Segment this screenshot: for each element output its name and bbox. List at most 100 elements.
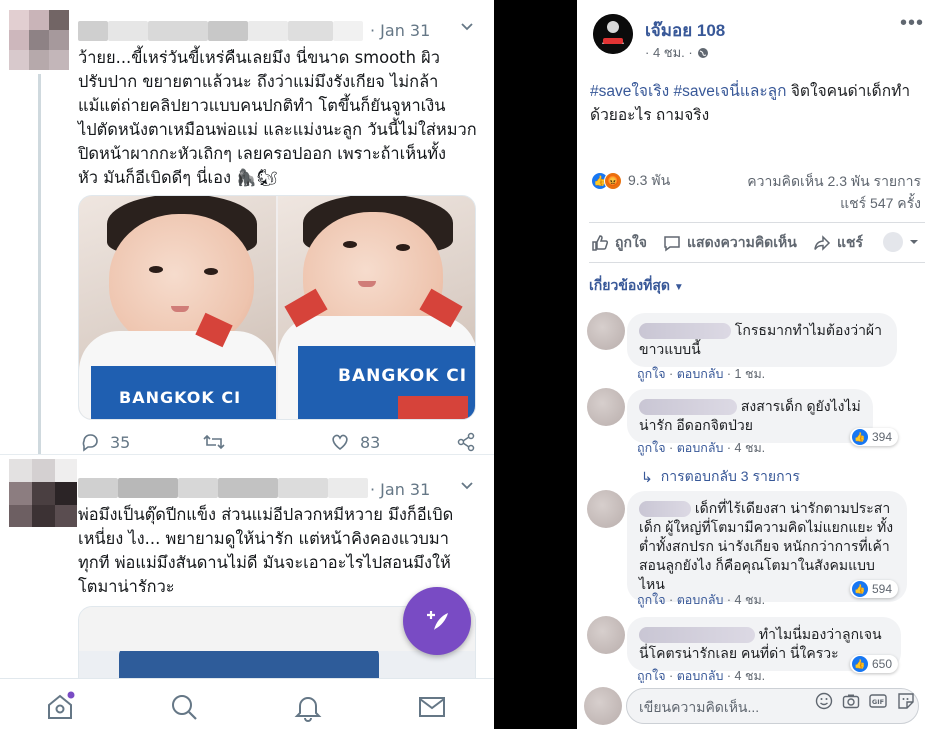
feather-plus-icon: [427, 611, 448, 630]
commenter-name-blurred[interactable]: [639, 323, 731, 340]
tweet-actions: 35 83: [80, 432, 480, 456]
chevron-down-icon[interactable]: [459, 478, 475, 498]
comment-reply-link[interactable]: ตอบกลับ: [677, 669, 724, 683]
comment-actions: ถูกใจ · ตอบกลับ · 4 ชม.: [637, 441, 766, 455]
reply-arrow-icon: ↳: [641, 468, 653, 485]
comment-actions: ถูกใจ · ตอบกลับ · 4 ชม.: [637, 593, 766, 607]
heart-icon: [332, 434, 348, 451]
share-arrow-icon: [814, 235, 831, 251]
comment-like-badge[interactable]: 👍 394: [850, 428, 899, 446]
divider: [589, 222, 925, 223]
comments-count[interactable]: ความคิดเห็น 2.3 พัน รายการ: [747, 170, 921, 192]
thread-line: [38, 74, 41, 454]
comment-like-link[interactable]: ถูกใจ: [637, 441, 666, 455]
like-count: 83: [360, 432, 381, 452]
avatar[interactable]: [584, 687, 622, 725]
comment-bubble: สงสารเด็ก ดูยังไงไม่น่ารัก อีดอกจิตป่วย: [627, 389, 873, 443]
post-meta: · 4 ชม. ·: [645, 42, 709, 63]
like-icon: 👍: [852, 429, 868, 445]
shirt-text: BANGKOK CI: [338, 366, 468, 386]
comment-like-badge[interactable]: 👍 594: [850, 580, 899, 598]
tweet-text: พ่อมึงเป็นตุ๊ดปีกแข็ง ส่วนแม่อีปลวกหมีหว…: [78, 505, 454, 596]
page-avatar[interactable]: [593, 14, 633, 54]
avatar[interactable]: [587, 616, 625, 654]
comment-button[interactable]: แสดงความคิดเห็น: [663, 232, 797, 254]
caret-down-icon: [910, 240, 918, 244]
reply-count: 35: [110, 432, 131, 452]
shirt-text: BANGKOK CI: [119, 388, 242, 407]
svg-text:GIF: GIF: [872, 698, 884, 706]
user-name-blurred[interactable]: [78, 18, 363, 44]
reaction-count: 9.3 พัน: [628, 172, 671, 188]
baby-photo[interactable]: BANGKOK CI: [79, 196, 276, 419]
compose-tweet-button[interactable]: [403, 587, 471, 655]
post-text: #saveใจเริง #saveเจนี่และลูก จิตใจคนด่าเ…: [590, 80, 930, 128]
comment-composer: เขียนความคิดเห็น... GIF: [577, 683, 937, 729]
thumbs-up-icon: [592, 235, 609, 251]
view-replies-link[interactable]: ↳ การตอบกลับ 3 รายการ: [641, 466, 800, 488]
comment-sort-dropdown[interactable]: เกี่ยวข้องที่สุด ▼: [589, 275, 684, 297]
home-icon[interactable]: [44, 691, 76, 723]
comment-like-link[interactable]: ถูกใจ: [637, 367, 666, 381]
more-options-icon[interactable]: •••: [900, 12, 924, 35]
commenter-name-blurred[interactable]: [639, 501, 691, 518]
post-hashtags[interactable]: #saveใจเริง #saveเจนี่และลูก: [590, 83, 787, 100]
globe-icon: [697, 47, 708, 58]
comment-icon: [664, 236, 680, 252]
retweet-icon: [203, 434, 225, 450]
baby-photo[interactable]: BANGKOK CI: [278, 196, 475, 419]
comment-reply-link[interactable]: ตอบกลับ: [677, 367, 724, 381]
avatar[interactable]: [587, 490, 625, 528]
comment-bubble: โกรธมากทำไมต้องว่าผ้าขาวแบบนี้: [627, 313, 897, 367]
comment-like-link[interactable]: ถูกใจ: [637, 669, 666, 683]
comment-actions: ถูกใจ · ตอบกลับ · 1 ชม.: [637, 367, 766, 381]
like-icon: 👍: [852, 581, 868, 597]
gif-icon[interactable]: GIF: [869, 692, 887, 710]
tweet-media[interactable]: BANGKOK CI BANGKOK CI: [78, 195, 476, 420]
share-button[interactable]: แชร์: [813, 232, 863, 254]
share-icon: [457, 432, 475, 452]
caret-down-icon: ▼: [673, 282, 684, 293]
like-icon: 👍: [852, 656, 868, 672]
reply-icon: [82, 434, 98, 452]
post-time[interactable]: · 4 ชม. ·: [645, 42, 693, 63]
comment-like-link[interactable]: ถูกใจ: [637, 593, 666, 607]
mail-icon[interactable]: [416, 691, 448, 723]
emoji-icon[interactable]: [815, 692, 833, 710]
audience-selector[interactable]: [883, 232, 919, 252]
user-name-blurred[interactable]: [78, 475, 368, 501]
chevron-down-icon[interactable]: [459, 19, 475, 39]
avatar[interactable]: [587, 388, 625, 426]
share-button[interactable]: [456, 432, 476, 452]
avatar[interactable]: [587, 312, 625, 350]
divider: [589, 262, 925, 263]
retweet-button[interactable]: [203, 432, 225, 452]
angry-reaction-icon: 😡: [604, 172, 622, 190]
page-name[interactable]: เจ๊มอย 108: [645, 17, 725, 44]
avatar: [883, 232, 903, 252]
avatar[interactable]: [9, 10, 69, 70]
tweet-divider: [0, 454, 494, 455]
commenter-name-blurred[interactable]: [639, 627, 755, 644]
bottom-nav: [0, 678, 494, 729]
tweet-date[interactable]: · Jan 31: [370, 21, 430, 40]
reply-button[interactable]: 35: [80, 432, 130, 452]
tweet-text: ว้ายย...ขี้เหร่วันขี้เหร่คืนเลยมึง นี่ขน…: [78, 48, 477, 187]
shares-count[interactable]: แชร์ 547 ครั้ง: [747, 192, 921, 214]
comment-reply-link[interactable]: ตอบกลับ: [677, 593, 724, 607]
engagement-counts: ความคิดเห็น 2.3 พัน รายการ แชร์ 547 ครั้…: [747, 170, 921, 214]
camera-icon[interactable]: [842, 692, 860, 710]
tweet-date[interactable]: · Jan 31: [370, 480, 430, 499]
twitter-panel: · Jan 31 ว้ายย...ขี้เหร่วันขี้เหร่คืนเลย…: [0, 0, 494, 729]
comment-reply-link[interactable]: ตอบกลับ: [677, 441, 724, 455]
like-button[interactable]: 83: [330, 432, 380, 452]
commenter-name-blurred[interactable]: [639, 399, 737, 416]
avatar[interactable]: [9, 459, 77, 527]
like-button[interactable]: ถูกใจ: [591, 232, 647, 254]
bell-icon[interactable]: [292, 691, 324, 723]
comment-like-badge[interactable]: 👍 650: [850, 655, 899, 673]
sticker-icon[interactable]: [897, 692, 915, 710]
search-icon[interactable]: [168, 691, 200, 723]
facebook-panel: เจ๊มอย 108 · 4 ชม. · ••• #saveใจเริง #sa…: [577, 0, 937, 729]
reactions-summary[interactable]: 👍 😡 9.3 พัน: [591, 170, 670, 192]
